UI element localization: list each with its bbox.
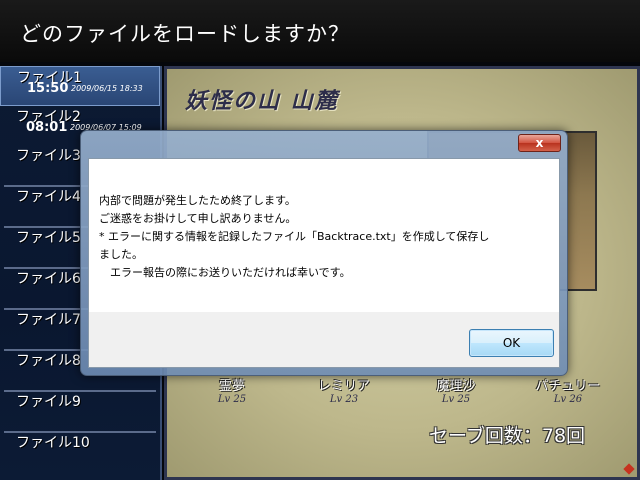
- dialog-client-area: 内部で問題が発生したため終了します。 ご迷惑をお掛けして申し訳ありません。 * …: [88, 158, 560, 368]
- message-line: エラー報告の際にお送りいただければ幸いです。: [99, 266, 351, 279]
- party-member-level: Lv 26: [553, 394, 583, 405]
- file-play-time: 15:50: [27, 81, 69, 96]
- dialog-content: 内部で問題が発生したため終了します。 ご迷惑をお掛けして申し訳ありません。 * …: [89, 159, 559, 312]
- message-line: ました。: [99, 248, 143, 261]
- error-message: 内部で問題が発生したため終了します。 ご迷惑をお掛けして申し訳ありません。 * …: [99, 192, 539, 282]
- party-member-level: Lv 25: [217, 394, 247, 405]
- party-member-name: 魔理沙: [436, 379, 476, 394]
- file-slot-label: ファイル3: [16, 148, 81, 164]
- message-line: 内部で問題が発生したため終了します。: [99, 194, 296, 207]
- file-slot-label: ファイル10: [16, 435, 90, 451]
- file-slot-9[interactable]: ファイル9: [0, 391, 160, 431]
- file-slot-label: ファイル7: [16, 312, 81, 328]
- file-slot-label: ファイル5: [16, 230, 81, 246]
- message-line: * エラーに関する情報を記録したファイル「Backtrace.txt」を作成して…: [99, 230, 490, 243]
- file-slot-label: ファイル9: [16, 394, 81, 410]
- ok-button[interactable]: OK: [469, 329, 554, 357]
- diamond-marker-icon: [623, 463, 635, 475]
- file-slot-label: ファイル6: [16, 271, 81, 287]
- party-member: パチュリー Lv 26: [523, 375, 613, 405]
- party-member-name: 霊夢: [218, 379, 245, 394]
- file-slot-label: ファイル8: [16, 353, 81, 369]
- ok-button-label: OK: [502, 336, 521, 350]
- party-member-name: パチュリー: [535, 379, 601, 394]
- close-icon: x: [535, 136, 544, 150]
- message-line: ご迷惑をお掛けして申し訳ありません。: [99, 212, 297, 225]
- location-name: 妖怪の山 山麓: [185, 88, 339, 114]
- file-slot-1[interactable]: ファイル1 15:50 2009/06/15 18:33: [0, 66, 160, 106]
- party-member-level: Lv 25: [441, 394, 471, 405]
- party-member-name: レミリア: [317, 379, 370, 394]
- party-member: 魔理沙 Lv 25: [411, 375, 501, 405]
- file-save-date: 2009/06/15 18:33: [71, 84, 143, 93]
- party-member: レミリア Lv 23: [299, 375, 389, 405]
- party-member: 霊夢 Lv 25: [187, 375, 277, 405]
- save-count: セーブ回数：78回: [429, 425, 586, 447]
- party-member-level: Lv 23: [329, 394, 359, 405]
- error-dialog: x 内部で問題が発生したため終了します。 ご迷惑をお掛けして申し訳ありません。 …: [80, 130, 568, 376]
- file-play-time: 08:01: [26, 120, 68, 135]
- file-slot-10[interactable]: ファイル10: [0, 432, 160, 472]
- dialog-titlebar[interactable]: x: [81, 131, 567, 159]
- file-slot-label: ファイル4: [16, 189, 81, 205]
- load-prompt: どのファイルをロードしますか？: [20, 22, 350, 46]
- close-button[interactable]: x: [518, 134, 561, 152]
- prompt-bar: どのファイルをロードしますか？: [0, 0, 640, 62]
